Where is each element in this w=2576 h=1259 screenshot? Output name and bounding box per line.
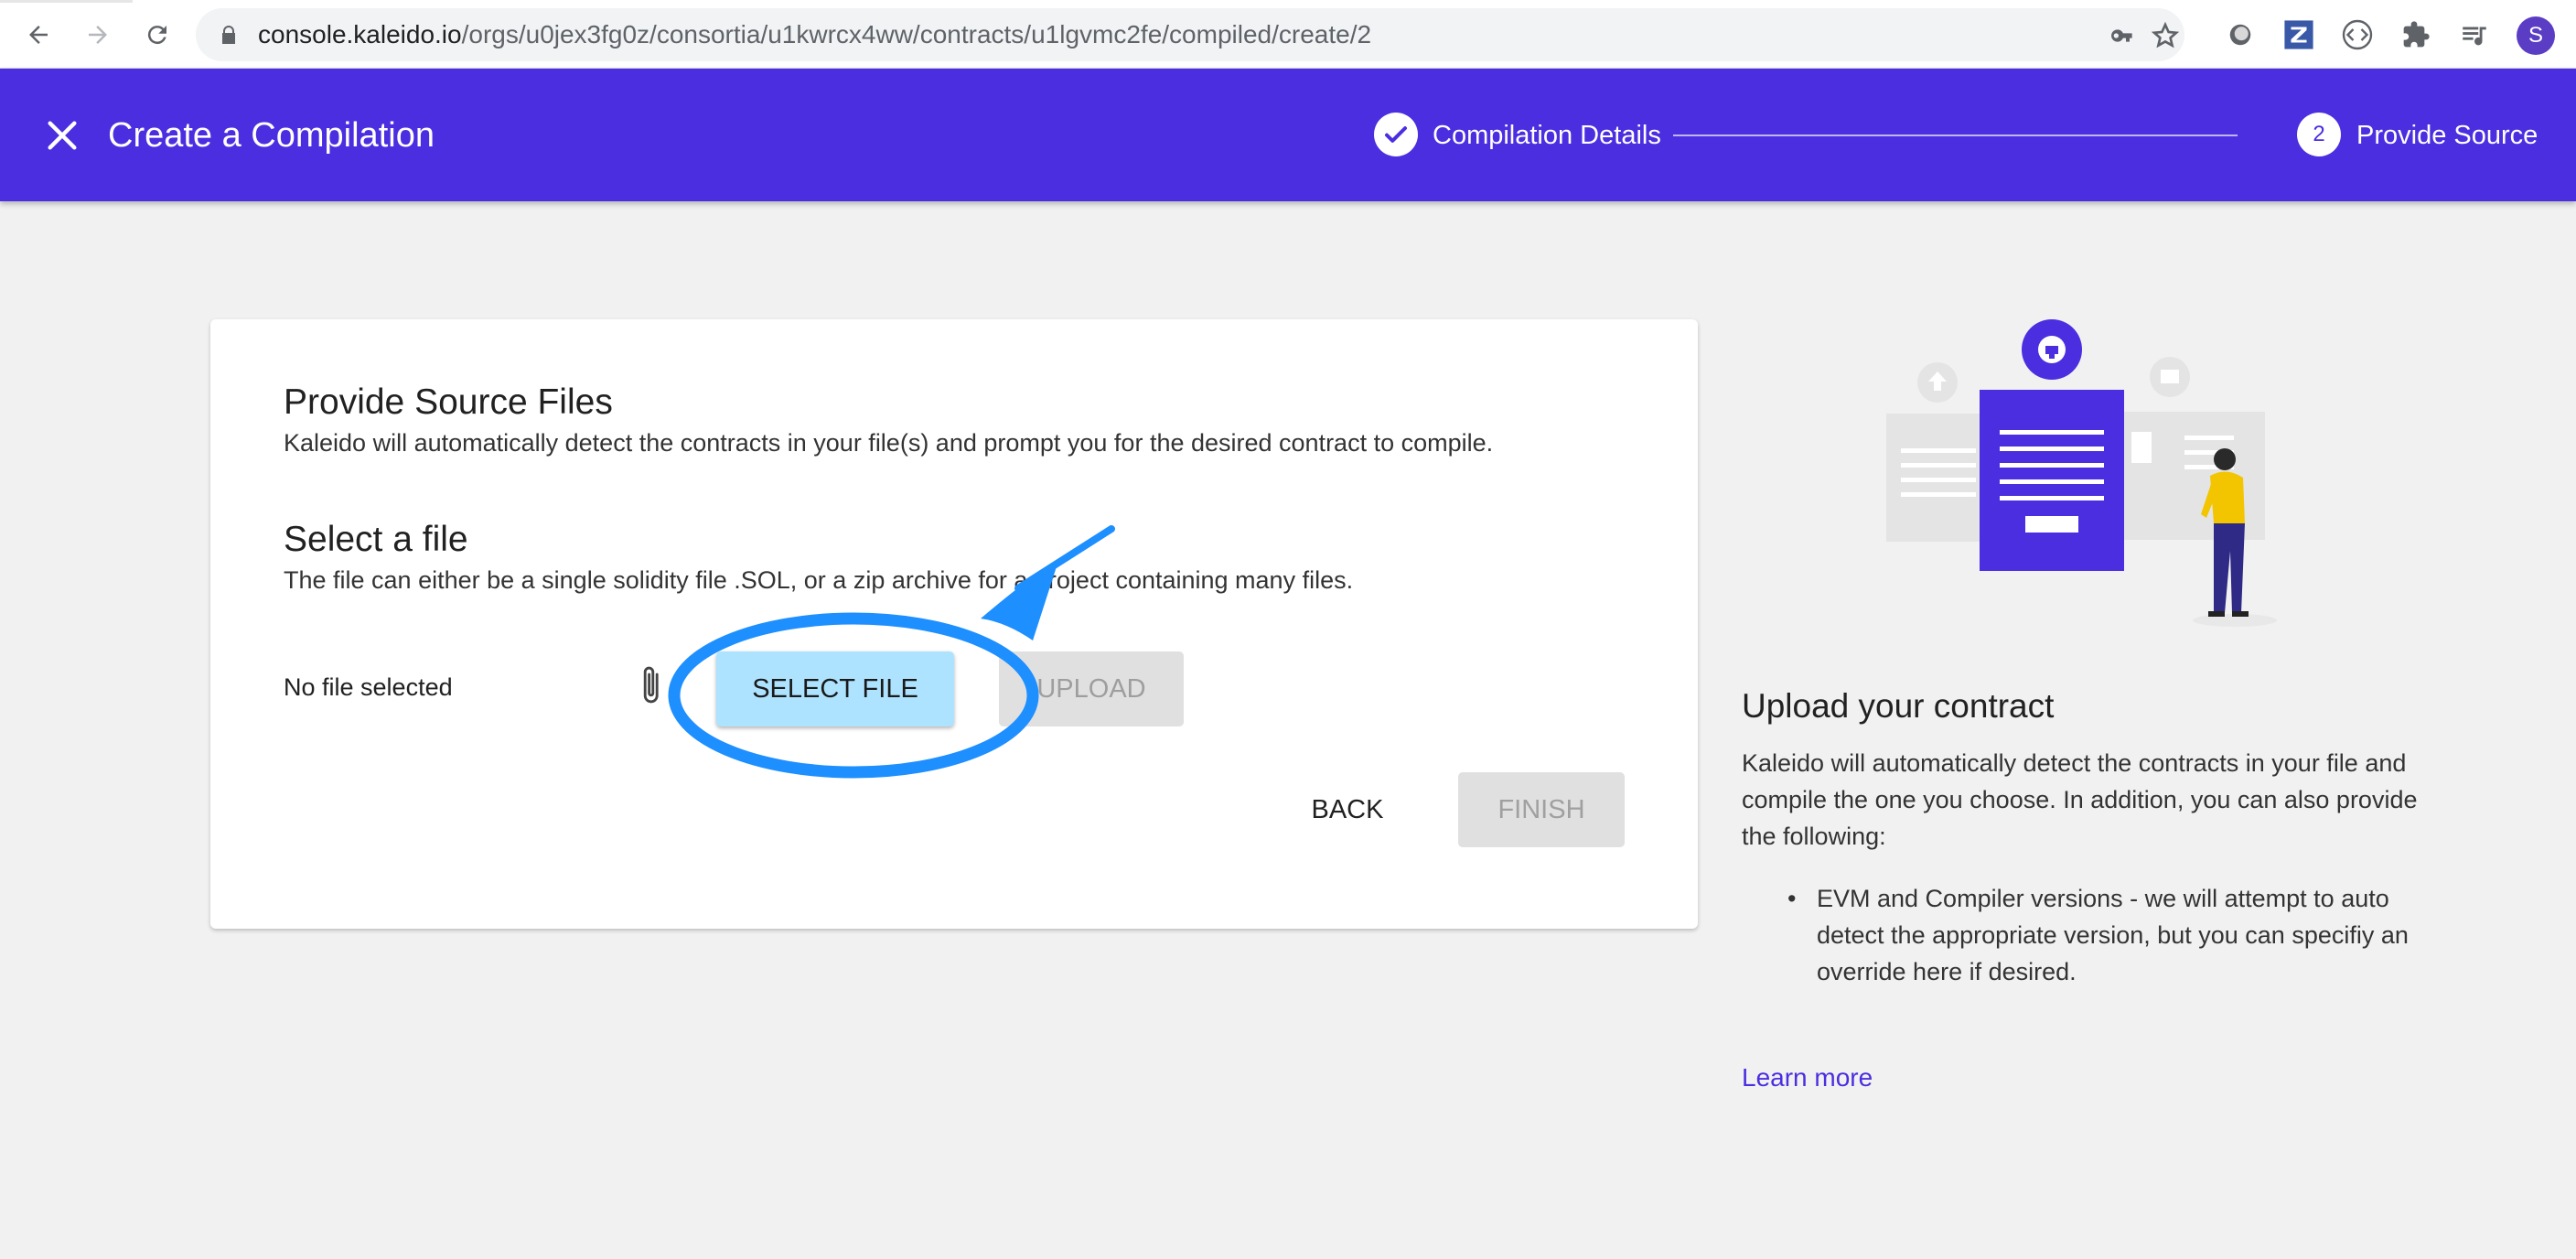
side-title: Upload your contract — [1742, 687, 2055, 725]
back-icon[interactable] — [18, 15, 59, 55]
illus-book — [2161, 370, 2179, 383]
step-number-badge: 2 — [2297, 113, 2341, 156]
tab-strip-remnant — [0, 0, 133, 3]
illus-doc-right-block — [2131, 432, 2152, 463]
illus-person-shoe — [2208, 611, 2225, 617]
puzzle-icon[interactable] — [2399, 17, 2433, 52]
address-bar[interactable]: console.kaleido.io/orgs/u0jex3fg0z/conso… — [196, 8, 2184, 61]
illus-main-doc-line — [2000, 496, 2104, 500]
media-icon[interactable] — [2457, 17, 2492, 52]
illus-doc-left-line — [1901, 478, 1976, 482]
upload-illustration — [1886, 319, 2277, 627]
illus-person-legs — [2214, 523, 2245, 613]
profile-avatar[interactable]: S — [2517, 16, 2555, 55]
illus-main-doc-button — [2025, 516, 2078, 533]
illus-main-doc-line — [2000, 479, 2104, 484]
browser-toolbar: console.kaleido.io/orgs/u0jex3fg0z/conso… — [0, 0, 2576, 69]
step-provide-source: Provide Source — [2356, 121, 2538, 150]
finish-button[interactable]: FINISH — [1458, 772, 1625, 847]
app-header: Create a Compilation Compilation Details… — [0, 69, 2576, 201]
illus-main-doc-line — [2000, 430, 2104, 435]
select-file-description: The file can either be a single solidity… — [284, 566, 1354, 594]
zotero-icon[interactable] — [2281, 17, 2316, 52]
step-complete-check-icon — [1374, 113, 1418, 156]
select-file-heading: Select a file — [284, 520, 468, 559]
code-extension-icon[interactable] — [2340, 17, 2375, 52]
side-description: Kaleido will automatically detect the co… — [1742, 749, 2418, 850]
lock-icon — [222, 26, 235, 44]
back-button[interactable]: BACK — [1290, 772, 1405, 847]
source-card: Provide Source Files Kaleido will automa… — [210, 319, 1698, 929]
side-bullet-list: EVM and Compiler versions - we will atte… — [1784, 880, 2424, 990]
illus-person-body — [2210, 471, 2245, 523]
illus-main-doc-line — [2000, 447, 2104, 451]
card-title: Provide Source Files — [284, 382, 613, 422]
illus-person-head — [2214, 448, 2236, 470]
close-icon[interactable] — [44, 117, 80, 154]
upload-button[interactable]: UPLOAD — [999, 651, 1184, 726]
file-status: No file selected — [284, 673, 453, 701]
url-text[interactable]: console.kaleido.io/orgs/u0jex3fg0z/conso… — [258, 20, 1371, 49]
illus-doc-left-line — [1901, 463, 1976, 468]
step-compilation-details: Compilation Details — [1433, 121, 1661, 150]
illus-person-shoe — [2232, 611, 2249, 617]
attachment-icon — [643, 666, 659, 704]
illus-main-doc-line — [2000, 463, 2104, 468]
list-item: EVM and Compiler versions - we will atte… — [1784, 880, 2424, 990]
page-title: Create a Compilation — [108, 116, 435, 155]
forward-icon[interactable] — [78, 15, 118, 55]
key-icon[interactable] — [2108, 21, 2137, 50]
illus-doc-left-line — [1901, 492, 1976, 497]
star-icon[interactable] — [2151, 21, 2180, 50]
stepper-connector — [1673, 135, 2238, 136]
illus-doc-left-line — [1901, 448, 1976, 453]
learn-more-link[interactable]: Learn more — [1742, 1061, 1873, 1094]
card-subtitle: Kaleido will automatically detect the co… — [284, 429, 1494, 457]
reload-icon[interactable] — [137, 15, 177, 55]
select-file-button[interactable]: SELECT FILE — [716, 651, 954, 726]
extension-circle-icon[interactable] — [2223, 17, 2258, 52]
illus-doc-right-line — [2184, 436, 2234, 440]
